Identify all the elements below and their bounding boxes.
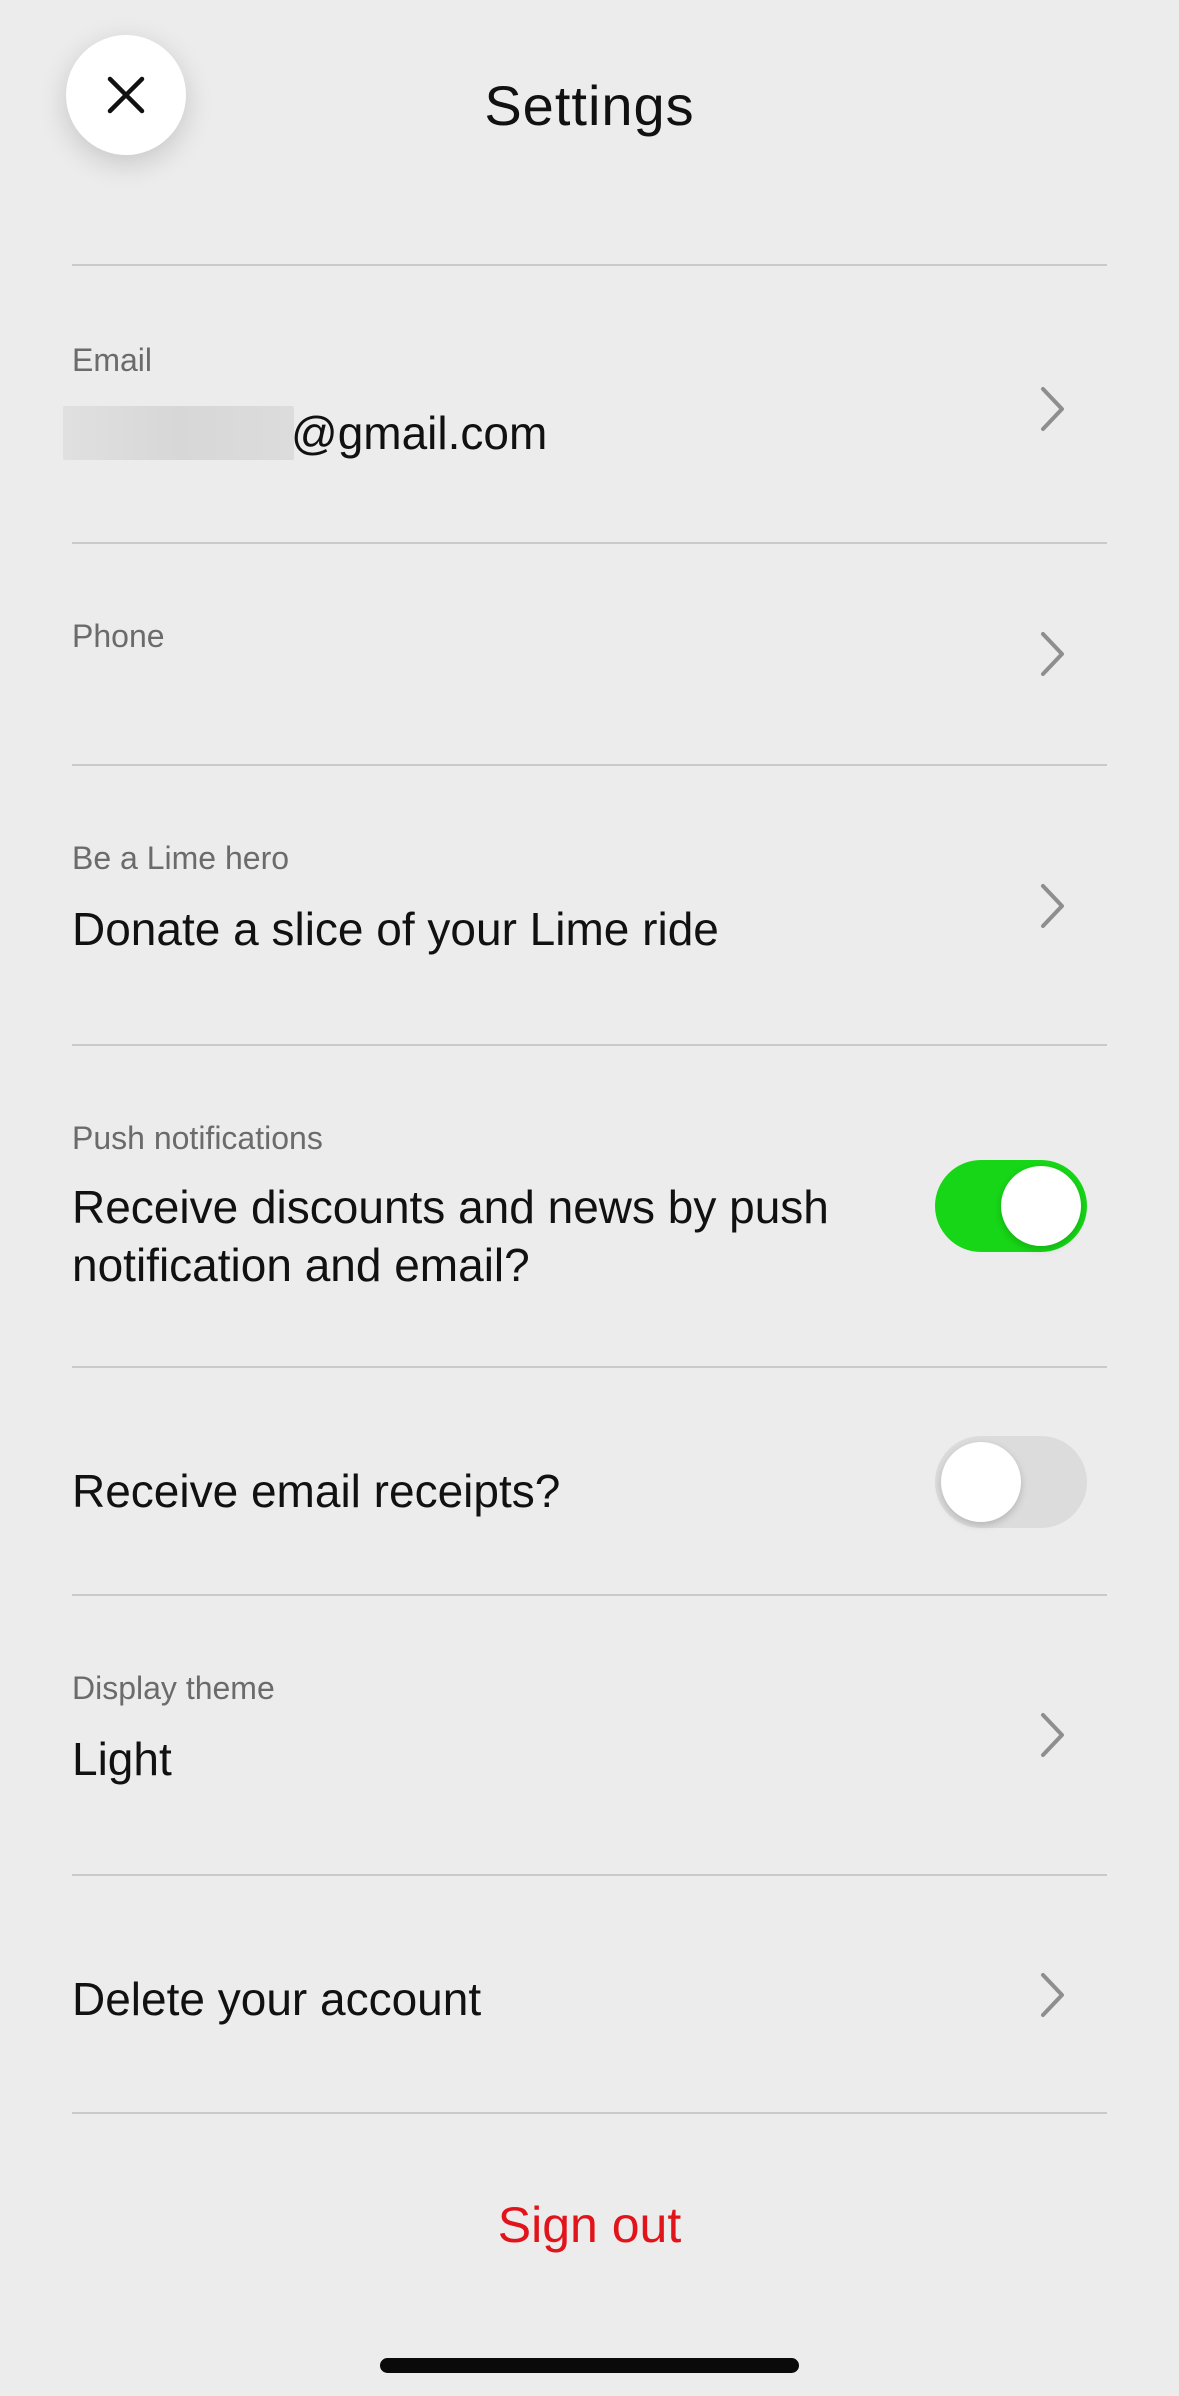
settings-row-phone[interactable]: Phone — [72, 544, 1107, 764]
push-notifications-label: Push notifications — [72, 1120, 323, 1156]
chevron-right-icon — [1037, 629, 1067, 679]
push-notifications-toggle[interactable] — [935, 1160, 1087, 1252]
sign-out-button[interactable]: Sign out — [0, 2194, 1179, 2256]
email-receipts-toggle[interactable] — [935, 1436, 1087, 1528]
display-theme-label: Display theme — [72, 1670, 275, 1706]
toggle-knob — [941, 1442, 1021, 1522]
chevron-right-icon — [1037, 384, 1067, 434]
settings-row-email-receipts: Receive email receipts? — [72, 1368, 1107, 1594]
email-value-wrapper: @gmail.com — [63, 404, 872, 462]
email-label: Email — [72, 342, 153, 378]
redacted-email-block — [63, 406, 294, 460]
page-title: Settings — [484, 74, 695, 137]
chevron-right-icon — [1037, 1970, 1067, 2020]
email-receipts-value: Receive email receipts? — [72, 1465, 561, 1517]
settings-row-display-theme[interactable]: Display theme Light — [72, 1596, 1107, 1874]
lime-hero-label: Be a Lime hero — [72, 840, 290, 876]
delete-account-value: Delete your account — [72, 1973, 482, 2025]
display-theme-value: Light — [72, 1733, 172, 1785]
phone-label: Phone — [72, 618, 165, 654]
divider — [72, 2112, 1107, 2114]
settings-row-lime-hero[interactable]: Be a Lime hero Donate a slice of your Li… — [72, 766, 1107, 1044]
home-indicator — [380, 2358, 799, 2373]
settings-row-push-notifications: Push notifications Receive discounts and… — [72, 1046, 1107, 1366]
lime-hero-value: Donate a slice of your Lime ride — [72, 903, 719, 955]
push-notifications-value: Receive discounts and news by push notif… — [72, 1181, 829, 1291]
settings-row-email[interactable]: Email @gmail.com — [63, 266, 1107, 542]
email-value: @gmail.com — [291, 407, 548, 459]
toggle-knob — [1001, 1166, 1081, 1246]
chevron-right-icon — [1037, 1710, 1067, 1760]
settings-row-delete-account[interactable]: Delete your account — [72, 1876, 1107, 2112]
chevron-right-icon — [1037, 881, 1067, 931]
